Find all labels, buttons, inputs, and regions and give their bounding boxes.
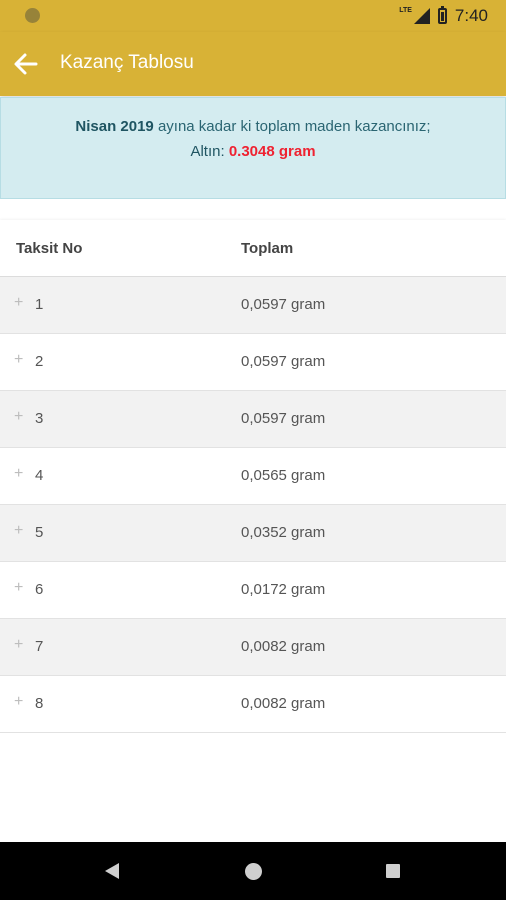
table-row[interactable]: +3 0,0597 gram bbox=[0, 391, 506, 448]
column-header-installment-no: Taksit No bbox=[16, 240, 83, 257]
gold-total-value: 0.3048 gram bbox=[228, 143, 316, 160]
installment-number: 6 bbox=[35, 581, 44, 598]
nav-back-icon[interactable] bbox=[105, 863, 119, 879]
nav-recents-icon[interactable] bbox=[386, 864, 400, 878]
installment-total: 0,0597 gram bbox=[241, 410, 326, 427]
system-nav-bar bbox=[0, 842, 506, 900]
earnings-summary: Nisan 2019 ayına kadar ki toplam maden k… bbox=[0, 97, 506, 199]
expand-plus-icon[interactable]: + bbox=[14, 579, 23, 597]
expand-plus-icon[interactable]: + bbox=[14, 522, 23, 540]
expand-plus-icon[interactable]: + bbox=[14, 636, 23, 654]
arrow-back-icon bbox=[14, 53, 38, 75]
installment-number: 4 bbox=[35, 467, 44, 484]
notification-dot-icon bbox=[25, 8, 40, 23]
status-time: 7:40 bbox=[454, 6, 488, 25]
expand-plus-icon[interactable]: + bbox=[14, 351, 23, 369]
table-row[interactable]: +2 0,0597 gram bbox=[0, 334, 506, 391]
expand-plus-icon[interactable]: + bbox=[14, 693, 23, 711]
installment-total: 0,0597 gram bbox=[241, 296, 326, 313]
installment-total: 0,0597 gram bbox=[241, 353, 326, 370]
earnings-table: Taksit No Toplam +1 0,0597 gram +2 0,0597 g… bbox=[0, 220, 506, 733]
status-icons: LTE 7:40 bbox=[399, 6, 488, 26]
battery-icon bbox=[437, 6, 447, 24]
installment-number: 7 bbox=[35, 638, 44, 655]
installment-number: 5 bbox=[35, 524, 44, 541]
summary-month: Nisan 2019 bbox=[75, 118, 154, 135]
table-row[interactable]: +8 0,0082 gram bbox=[0, 676, 506, 733]
table-row[interactable]: +5 0,0352 gram bbox=[0, 505, 506, 562]
installment-total: 0,0082 gram bbox=[241, 638, 326, 655]
signal-icon bbox=[413, 8, 430, 24]
summary-text: ayına kadar ki toplam maden kazancınız; bbox=[153, 118, 431, 135]
installment-total: 0,0172 gram bbox=[241, 581, 326, 598]
installment-total: 0,0565 gram bbox=[241, 467, 326, 484]
spacer bbox=[0, 199, 506, 219]
installment-number: 2 bbox=[35, 353, 44, 370]
installment-number: 8 bbox=[35, 695, 44, 712]
table-row[interactable]: +1 0,0597 gram bbox=[0, 277, 506, 334]
expand-plus-icon[interactable]: + bbox=[14, 465, 23, 483]
network-type: LTE bbox=[399, 6, 412, 14]
back-button[interactable] bbox=[10, 48, 42, 80]
table-row[interactable]: +7 0,0082 gram bbox=[0, 619, 506, 676]
gold-total-line: Altın: 0.3048 gram bbox=[1, 143, 505, 160]
installment-number: 1 bbox=[35, 296, 44, 313]
column-header-total: Toplam bbox=[241, 240, 294, 257]
nav-home-icon[interactable] bbox=[245, 863, 262, 880]
installment-total: 0,0082 gram bbox=[241, 695, 326, 712]
status-bar: LTE 7:40 bbox=[0, 0, 506, 32]
page-title: Kazanç Tablosu bbox=[60, 52, 194, 73]
expand-plus-icon[interactable]: + bbox=[14, 294, 23, 312]
expand-plus-icon[interactable]: + bbox=[14, 408, 23, 426]
app-bar: Kazanç Tablosu bbox=[0, 32, 506, 96]
table-header: Taksit No Toplam bbox=[0, 220, 506, 277]
summary-line: Nisan 2019 ayına kadar ki toplam maden k… bbox=[1, 118, 505, 135]
table-row[interactable]: +4 0,0565 gram bbox=[0, 448, 506, 505]
gold-label: Altın: bbox=[190, 143, 229, 160]
table-body: +1 0,0597 gram +2 0,0597 gram +3 0,0597 gram +… bbox=[0, 277, 506, 733]
table-row[interactable]: +6 0,0172 gram bbox=[0, 562, 506, 619]
installment-number: 3 bbox=[35, 410, 44, 427]
installment-total: 0,0352 gram bbox=[241, 524, 326, 541]
